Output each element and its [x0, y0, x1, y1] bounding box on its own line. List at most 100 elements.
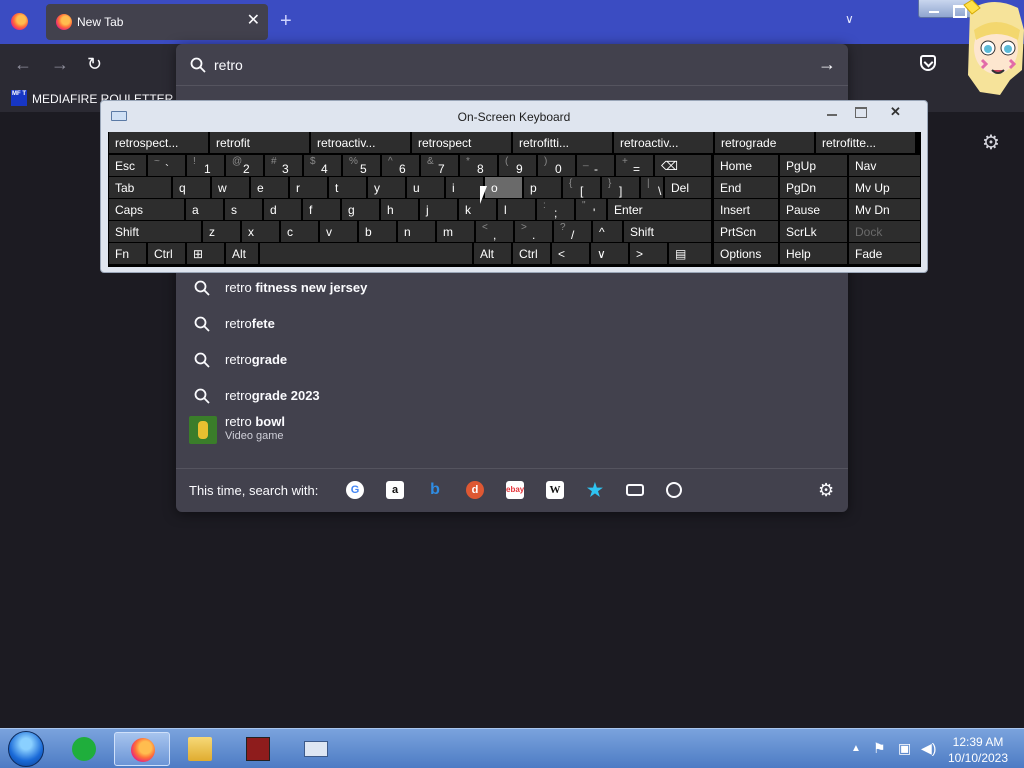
- osk-nav-key[interactable]: Mv Up: [849, 177, 920, 198]
- volume-icon[interactable]: ◀): [921, 740, 936, 757]
- network-icon[interactable]: ▣: [898, 740, 911, 757]
- google-icon[interactable]: G: [346, 481, 364, 499]
- osk-prediction[interactable]: retrospect...: [109, 132, 208, 153]
- osk-key[interactable]: w: [212, 177, 249, 198]
- osk-key[interactable]: ⊞: [187, 243, 224, 264]
- osk-titlebar[interactable]: On-Screen Keyboard: [101, 101, 927, 131]
- osk-key[interactable]: (9: [499, 155, 536, 176]
- osk-key[interactable]: ⌫: [655, 155, 711, 176]
- osk-key[interactable]: Caps: [109, 199, 184, 220]
- osk-key[interactable]: }]: [602, 177, 639, 198]
- show-hidden-icons-button[interactable]: ▲: [851, 743, 861, 754]
- osk-nav-key[interactable]: ScrLk: [780, 221, 847, 242]
- osk-nav-key[interactable]: Insert: [714, 199, 778, 220]
- osk-nav-key[interactable]: PgUp: [780, 155, 847, 176]
- osk-key[interactable]: Enter: [608, 199, 711, 220]
- start-button[interactable]: [8, 731, 44, 767]
- pocket-icon[interactable]: [920, 55, 936, 71]
- osk-key[interactable]: ^ 6: [382, 155, 419, 176]
- osk-nav-key[interactable]: End: [714, 177, 778, 198]
- osk-key[interactable]: #3: [265, 155, 302, 176]
- osk-minimize-button[interactable]: [819, 103, 845, 121]
- osk-key[interactable]: Alt: [474, 243, 511, 264]
- taskbar-notes-app[interactable]: [56, 732, 112, 766]
- osk-key[interactable]: g: [342, 199, 379, 220]
- osk-key[interactable]: s: [225, 199, 262, 220]
- osk-key[interactable]: $4: [304, 155, 341, 176]
- taskbar-firefox-app[interactable]: [114, 732, 170, 766]
- back-button[interactable]: ←: [14, 54, 32, 74]
- osk-prediction[interactable]: retroactiv...: [311, 132, 410, 153]
- osk-key[interactable]: x: [242, 221, 279, 242]
- osk-key[interactable]: + =: [616, 155, 653, 176]
- osk-key[interactable]: ~ `: [148, 155, 185, 176]
- osk-key[interactable]: {[: [563, 177, 600, 198]
- taskbar-explorer-app[interactable]: [172, 732, 228, 766]
- osk-key[interactable]: >.: [515, 221, 552, 242]
- new-tab-button[interactable]: +: [280, 10, 292, 32]
- osk-key[interactable]: | \: [641, 177, 663, 198]
- bing-icon[interactable]: b: [426, 481, 444, 499]
- osk-key[interactable]: <: [552, 243, 589, 264]
- url-input[interactable]: [214, 56, 794, 74]
- osk-key[interactable]: y: [368, 177, 405, 198]
- osk-key[interactable]: [260, 243, 472, 264]
- osk-key[interactable]: f: [303, 199, 340, 220]
- osk-key[interactable]: ∨: [591, 243, 628, 264]
- ebay-icon[interactable]: ebay: [506, 481, 524, 499]
- osk-key[interactable]: a: [186, 199, 223, 220]
- wikipedia-icon[interactable]: W: [546, 481, 564, 499]
- osk-key[interactable]: @2: [226, 155, 263, 176]
- osk-key[interactable]: ▤: [669, 243, 711, 264]
- osk-nav-key[interactable]: Help: [780, 243, 847, 264]
- osk-key[interactable]: Fn: [109, 243, 146, 264]
- bookmarks-star-icon[interactable]: ★: [586, 481, 604, 499]
- search-settings-gear-icon[interactable]: ⚙: [818, 481, 834, 499]
- osk-prediction[interactable]: retrofit: [210, 132, 309, 153]
- osk-close-button[interactable]: [875, 103, 921, 121]
- osk-key[interactable]: * 8: [460, 155, 497, 176]
- suggestion-item[interactable]: retrograde 2023: [176, 378, 848, 414]
- window-minimize-button[interactable]: [925, 3, 943, 15]
- osk-key[interactable]: >: [630, 243, 667, 264]
- osk-key[interactable]: j: [420, 199, 457, 220]
- osk-key[interactable]: ^: [593, 221, 622, 242]
- osk-key[interactable]: v: [320, 221, 357, 242]
- osk-key[interactable]: n: [398, 221, 435, 242]
- osk-nav-key[interactable]: Dock: [849, 221, 920, 242]
- osk-nav-key[interactable]: Nav: [849, 155, 920, 176]
- osk-key[interactable]: i: [446, 177, 483, 198]
- page-settings-gear-icon[interactable]: ⚙: [982, 133, 1000, 153]
- osk-key[interactable]: m: [437, 221, 474, 242]
- osk-key[interactable]: p: [524, 177, 561, 198]
- osk-key[interactable]: Alt: [226, 243, 258, 264]
- osk-key[interactable]: c: [281, 221, 318, 242]
- osk-key[interactable]: Ctrl: [148, 243, 185, 264]
- osk-nav-key[interactable]: Fade: [849, 243, 920, 264]
- osk-key[interactable]: _ -: [577, 155, 614, 176]
- osk-key[interactable]: Del: [665, 177, 711, 198]
- osk-prediction[interactable]: retrograde: [715, 132, 814, 153]
- osk-nav-key[interactable]: Options: [714, 243, 778, 264]
- suggestion-item[interactable]: retro fitness new jersey: [176, 270, 848, 306]
- osk-key[interactable]: Shift: [624, 221, 711, 242]
- osk-key[interactable]: ) 0: [538, 155, 575, 176]
- osk-prediction[interactable]: retrofitti...: [513, 132, 612, 153]
- osk-key[interactable]: Ctrl: [513, 243, 550, 264]
- osk-prediction[interactable]: retrospect: [412, 132, 511, 153]
- osk-key[interactable]: Tab: [109, 177, 171, 198]
- osk-key[interactable]: r: [290, 177, 327, 198]
- osk-prediction[interactable]: retrofitte...: [816, 132, 915, 153]
- history-clock-icon[interactable]: [666, 482, 682, 498]
- osk-key[interactable]: & 7: [421, 155, 458, 176]
- duckduckgo-icon[interactable]: d: [466, 481, 484, 499]
- osk-key[interactable]: Esc: [109, 155, 146, 176]
- osk-key[interactable]: % 5: [343, 155, 380, 176]
- suggestion-game-result[interactable]: retro bowl Video game: [176, 412, 848, 448]
- osk-key[interactable]: :;: [537, 199, 574, 220]
- osk-key[interactable]: t: [329, 177, 366, 198]
- osk-key[interactable]: z: [203, 221, 240, 242]
- tab-list-chevron-icon[interactable]: ∨: [845, 12, 854, 26]
- suggestion-item[interactable]: retrograde: [176, 342, 848, 378]
- osk-key[interactable]: l: [498, 199, 535, 220]
